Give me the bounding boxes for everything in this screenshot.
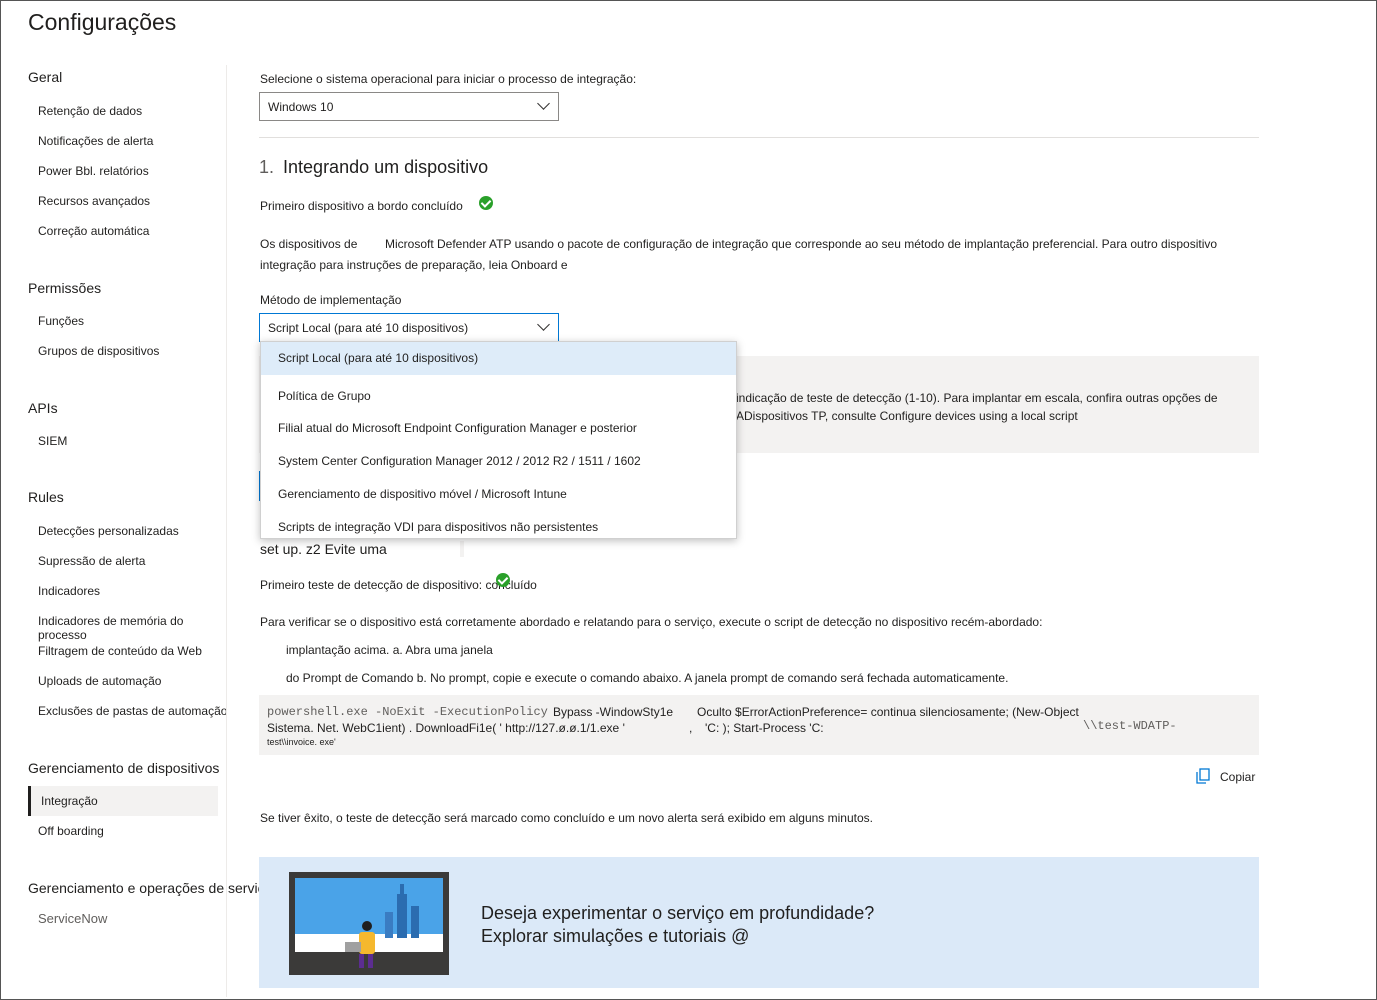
sidebar-item-servicenow[interactable]: ServiceNow bbox=[38, 911, 228, 926]
dropdown-option-group-policy[interactable]: Política de Grupo bbox=[261, 380, 736, 413]
step1-status: Primeiro dispositivo a bordo concluído bbox=[260, 199, 463, 213]
checkmark-icon bbox=[496, 573, 510, 587]
step1-title: Integrando um dispositivo bbox=[283, 157, 489, 177]
step1-description: Microsoft Defender ATP usando o pacote d… bbox=[385, 237, 1218, 251]
sidebar-item-advanced-features[interactable]: Recursos avançados bbox=[38, 194, 228, 208]
sidebar-item-process-memory-indicators[interactable]: Indicadores de memória do processo bbox=[38, 614, 228, 642]
sidebar-heading-geral: Geral bbox=[28, 69, 63, 85]
code-line2-download: Sistema. Net. WebC1ient) . DownloadFi1e(… bbox=[267, 721, 625, 735]
sidebar-item-alert-notifications[interactable]: Notificações de alerta bbox=[38, 134, 228, 148]
step1-description-line2: integração para instruções de preparação… bbox=[260, 258, 568, 272]
sidebar-item-roles[interactable]: Funções bbox=[38, 314, 228, 328]
sidebar-heading-apis: APIs bbox=[28, 400, 58, 416]
code-line2-comma: , bbox=[689, 721, 693, 735]
command-code-block: powershell.exe -NoExit -ExecutionPolicy … bbox=[259, 695, 1259, 755]
success-note: Se tiver êxito, o teste de detecção será… bbox=[260, 811, 873, 825]
sidebar-item-indicators[interactable]: Indicadores bbox=[38, 584, 228, 598]
tutorials-banner[interactable]: Deseja experimentar o serviço em profund… bbox=[259, 857, 1259, 988]
sidebar-item-auto-remediation[interactable]: Correção automática bbox=[38, 224, 228, 238]
step1-heading: 1. Integrando um dispositivo bbox=[259, 157, 488, 178]
sidebar-item-custom-detections[interactable]: Detecções personalizadas bbox=[38, 524, 228, 538]
sidebar-item-offboarding[interactable]: Off boarding bbox=[38, 824, 228, 838]
sidebar-item-data-retention[interactable]: Retenção de dados bbox=[38, 104, 228, 118]
sidebar-item-onboarding[interactable]: Integração bbox=[28, 786, 218, 816]
sidebar-heading-device-management: Gerenciamento de dispositivos bbox=[28, 760, 220, 776]
sidebar-item-alert-suppression[interactable]: Supressão de alerta bbox=[38, 554, 228, 568]
tutorial-illustration bbox=[289, 872, 449, 975]
code-line1-bypass: Bypass -WindowSty1e bbox=[553, 705, 674, 719]
step1-description-start: Os dispositivos de bbox=[260, 237, 358, 251]
dropdown-option-local-script[interactable]: Script Local (para até 10 dispositivos) bbox=[261, 342, 736, 375]
os-select-value: Windows 10 bbox=[268, 100, 334, 114]
sidebar-item-siem[interactable]: SIEM bbox=[38, 434, 228, 448]
os-select-label: Selecione o sistema operacional para ini… bbox=[260, 72, 637, 86]
dropdown-option-vdi-scripts[interactable]: Scripts de integração VDI para dispositi… bbox=[261, 511, 736, 544]
dropdown-option-endpoint-configuration-manager[interactable]: Filial atual do Microsoft Endpoint Confi… bbox=[261, 412, 736, 445]
sidebar-item-web-content-filtering[interactable]: Filtragem de conteúdo da Web bbox=[38, 644, 228, 658]
banner-line2[interactable]: Explorar simulações e tutoriais @ bbox=[481, 926, 749, 947]
deployment-method-label: Método de implementação bbox=[260, 293, 402, 307]
sidebar-item-automation-folder-exclusions[interactable]: Exclusões de pastas de automação bbox=[38, 704, 228, 718]
deployment-method-value: Script Local (para até 10 dispositivos) bbox=[268, 321, 469, 335]
sidebar-divider bbox=[226, 65, 227, 997]
info-box-line1: indicação de teste de detecção (1-10). P… bbox=[736, 391, 1218, 405]
code-line2-path: \\test-WDATP- bbox=[1083, 719, 1177, 733]
chevron-down-icon bbox=[537, 318, 550, 331]
step2-substep-a: implantação acima. a. Abra uma janela bbox=[286, 643, 493, 657]
deployment-method-select[interactable]: Script Local (para até 10 dispositivos) bbox=[259, 313, 559, 342]
step1-number: 1. bbox=[259, 157, 275, 177]
deployment-method-dropdown[interactable]: Script Local (para até 10 dispositivos) … bbox=[260, 341, 737, 539]
os-select[interactable]: Windows 10 bbox=[259, 92, 559, 121]
page-title: Configurações bbox=[28, 9, 177, 35]
dropdown-option-sccm[interactable]: System Center Configuration Manager 2012… bbox=[261, 445, 736, 478]
dropdown-option-mdm-intune[interactable]: Gerenciamento de dispositivo móvel / Mic… bbox=[261, 478, 736, 511]
code-line1-cmd: powershell.exe -NoExit -ExecutionPolicy bbox=[267, 705, 548, 719]
copy-icon bbox=[1196, 768, 1210, 784]
sidebar-item-device-groups[interactable]: Grupos de dispositivos bbox=[38, 344, 228, 358]
sidebar-item-automation-uploads[interactable]: Uploads de automação bbox=[38, 674, 228, 688]
chevron-down-icon bbox=[537, 97, 550, 110]
code-line2-start-process: 'C: ); Start-Process 'C: bbox=[705, 721, 824, 735]
sidebar-item-power-bi-reports[interactable]: Power Bbl. relatórios bbox=[38, 164, 228, 178]
step2-instructions: Para verificar se o dispositivo está cor… bbox=[260, 615, 1043, 629]
code-line3: test\\invoice. exe' bbox=[267, 737, 336, 747]
section-divider bbox=[259, 137, 1259, 138]
code-line1-rest: Oculto $ErrorActionPreference= continua … bbox=[697, 705, 1079, 719]
copy-label: Copiar bbox=[1220, 770, 1256, 784]
banner-line1: Deseja experimentar o serviço em profund… bbox=[481, 903, 875, 923]
step2-substep-b: do Prompt de Comando b. No prompt, copie… bbox=[286, 671, 1009, 685]
info-box-line2: ADispositivos TP, consulte Configure dev… bbox=[736, 409, 1078, 423]
sidebar-heading-rules: Rules bbox=[28, 489, 64, 505]
checkmark-icon bbox=[479, 196, 493, 210]
sidebar-heading-permissoes: Permissões bbox=[28, 280, 102, 296]
